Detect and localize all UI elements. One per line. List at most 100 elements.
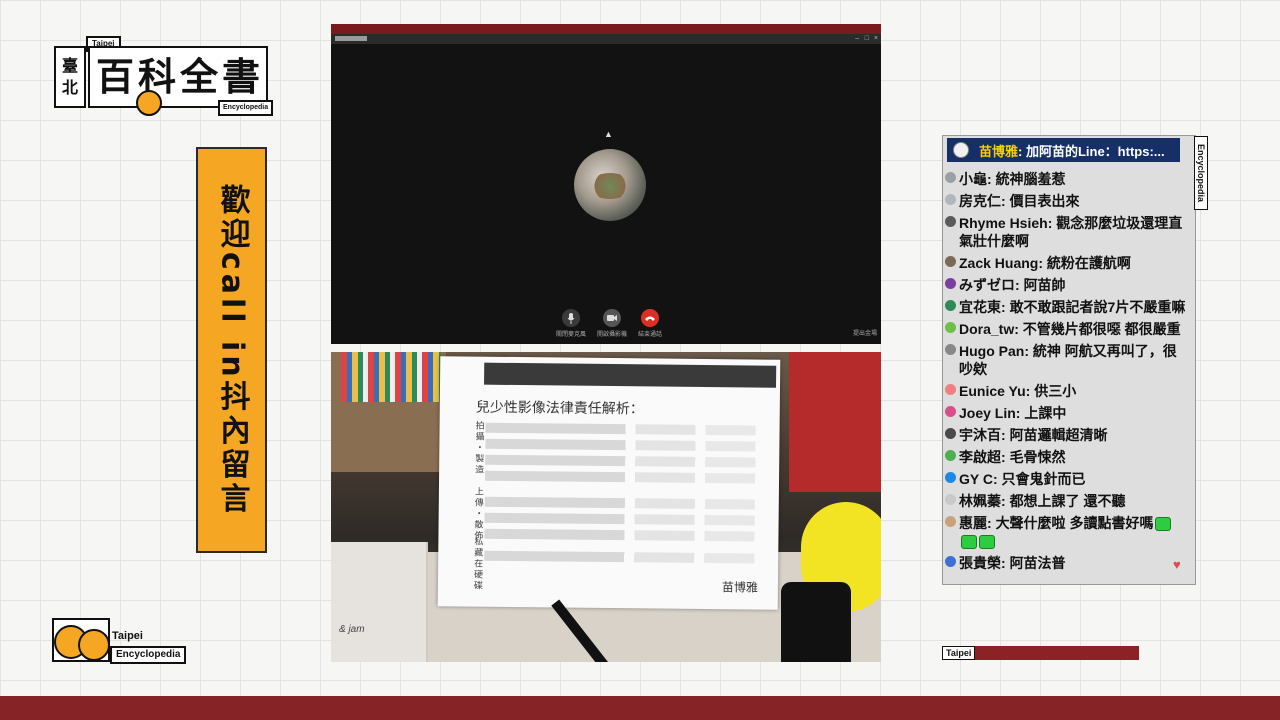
chat-username[interactable]: Zack Huang bbox=[959, 255, 1038, 271]
user-avatar-icon[interactable] bbox=[945, 384, 956, 395]
user-avatar-icon[interactable] bbox=[945, 172, 956, 183]
more-options-label[interactable]: 提出金場 bbox=[853, 328, 877, 337]
taipei-encyclopedia-logo: 臺 北 Taipei 百科全書 Encyclopedia bbox=[54, 36, 274, 116]
bottom-logo-line1: Taipei bbox=[112, 630, 143, 642]
chat-text: 阿苗邏輯超清晰 bbox=[1009, 427, 1108, 443]
chat-message: 李啟超: 毛骨悚然 bbox=[943, 446, 1195, 468]
end-call-button[interactable]: 結束通話 bbox=[625, 309, 675, 338]
call-in-banner: 歡迎call in抖內留言 bbox=[196, 147, 267, 553]
chat-message: Eunice Yu: 供三小 bbox=[943, 380, 1195, 402]
chat-separator: : bbox=[1001, 555, 1010, 571]
chat-separator: : bbox=[1001, 449, 1010, 465]
user-avatar-icon[interactable] bbox=[945, 278, 956, 289]
user-avatar-icon[interactable] bbox=[945, 428, 956, 439]
chat-separator: : bbox=[1024, 343, 1033, 359]
books bbox=[341, 352, 441, 402]
chat-text: 不管幾片都很噁 都很嚴重 bbox=[1022, 321, 1181, 337]
paper-row-label: 私藏在硬碟 bbox=[472, 536, 484, 592]
chat-username[interactable]: 小龜 bbox=[959, 171, 987, 187]
user-avatar-icon[interactable] bbox=[945, 494, 956, 505]
chat-username[interactable]: 宜花東 bbox=[959, 299, 1001, 315]
chat-text: 敢不敢跟記者說7片不嚴重嘛 bbox=[1009, 299, 1186, 315]
bottom-logo-line2: Encyclopedia bbox=[110, 646, 187, 664]
red-poster bbox=[789, 352, 881, 492]
chat-separator: : bbox=[987, 515, 996, 531]
maximize-icon[interactable]: □ bbox=[865, 35, 869, 43]
chat-text: 統神腦羞惹 bbox=[995, 171, 1066, 187]
chat-username[interactable]: 張貴榮 bbox=[959, 555, 1001, 571]
chat-text: 毛骨悚然 bbox=[1009, 449, 1066, 465]
paper-table-line bbox=[484, 550, 755, 564]
camera-icon bbox=[603, 309, 621, 327]
close-icon[interactable]: × bbox=[874, 35, 878, 43]
paper-table-line bbox=[485, 438, 756, 452]
chat-text: 供三小 bbox=[1034, 383, 1077, 399]
chat-username[interactable]: Joey Lin bbox=[959, 405, 1016, 421]
chat-username[interactable]: Hugo Pan bbox=[959, 343, 1024, 359]
chat-separator: : bbox=[1015, 277, 1024, 293]
user-avatar-icon[interactable] bbox=[945, 194, 956, 205]
emote-icon bbox=[1155, 517, 1172, 532]
paper-signature: 苗博雅 bbox=[721, 580, 758, 595]
logo-main-title: 百科全書 bbox=[88, 46, 268, 108]
chat-message: みずゼロ: 阿苗帥 bbox=[943, 274, 1195, 296]
hangup-icon bbox=[641, 309, 659, 327]
user-avatar-icon[interactable] bbox=[945, 300, 956, 311]
microphone-icon bbox=[562, 309, 580, 327]
chat-username[interactable]: 房克仁 bbox=[959, 193, 1001, 209]
window-title bbox=[335, 36, 367, 41]
heart-icon[interactable]: ♥ bbox=[1173, 557, 1181, 572]
chat-message: 林姵蓁: 都想上課了 還不聽 bbox=[943, 490, 1195, 512]
chat-text: 阿苗帥 bbox=[1023, 277, 1066, 293]
chat-username[interactable]: Dora_tw bbox=[959, 321, 1014, 337]
chat-message: GY C: 只會鬼針而已 bbox=[943, 468, 1195, 490]
chat-message: Zack Huang: 統粉在護航啊 bbox=[943, 252, 1195, 274]
chat-message: Dora_tw: 不管幾片都很噁 都很嚴重 bbox=[943, 318, 1195, 340]
chat-separator: : bbox=[987, 171, 996, 187]
minimize-icon[interactable]: – bbox=[855, 35, 859, 43]
chat-text: 上課中 bbox=[1024, 405, 1067, 421]
logo-char-1: 臺 bbox=[61, 56, 78, 75]
chat-username[interactable]: 惠麗 bbox=[959, 515, 987, 531]
chat-message: Hugo Pan: 統神 阿航又再叫了，很吵欸 bbox=[943, 340, 1195, 380]
chat-username[interactable]: Rhyme Hsieh bbox=[959, 215, 1048, 231]
chat-text: 都想上課了 還不聽 bbox=[1009, 493, 1126, 509]
user-avatar-icon[interactable] bbox=[945, 450, 956, 461]
user-avatar-icon[interactable] bbox=[945, 256, 956, 267]
chat-username[interactable]: みずゼロ bbox=[959, 277, 1015, 293]
user-avatar-icon[interactable] bbox=[945, 556, 956, 567]
chat-message-list: 小龜: 統神腦羞惹 房克仁: 價目表出來 Rhyme Hsieh: 觀念那麼垃圾還理… bbox=[943, 168, 1195, 574]
paper-table-line bbox=[485, 454, 756, 468]
paper-table-line bbox=[485, 422, 756, 436]
paper-table-line bbox=[484, 496, 755, 510]
chat-message: 宜花東: 敢不敢跟記者說7片不嚴重嘛 bbox=[943, 296, 1195, 318]
chat-separator: : bbox=[1001, 193, 1010, 209]
pinned-avatar bbox=[953, 142, 969, 158]
chat-username[interactable]: Eunice Yu bbox=[959, 383, 1026, 399]
paper-table-line bbox=[484, 528, 755, 542]
logo-orange-dot bbox=[136, 90, 162, 116]
live-chat-panel: 苗博雅 : 加阿苗的Line：https:... 小龜: 統神腦羞惹房克仁: 價… bbox=[942, 135, 1196, 585]
user-avatar-icon[interactable] bbox=[945, 472, 956, 483]
video-call-titlebar: – □ × bbox=[331, 34, 881, 44]
chat-username[interactable]: 李啟超 bbox=[959, 449, 1001, 465]
user-avatar-icon[interactable] bbox=[945, 516, 956, 527]
chat-text: 只會鬼針而已 bbox=[1001, 471, 1086, 487]
chat-username[interactable]: 林姵蓁 bbox=[959, 493, 1001, 509]
user-avatar-icon[interactable] bbox=[945, 344, 956, 355]
banner-text: 歡迎call in抖內留言 bbox=[214, 183, 250, 517]
chat-text: 阿苗法普 bbox=[1009, 555, 1066, 571]
camera-feed: & jam 兒少性影像法律責任解析： 拍攝・製造 上傳・散佈 私藏在硬碟 苗博雅 bbox=[331, 352, 881, 662]
chat-separator: : bbox=[1001, 427, 1010, 443]
logo-char-2: 北 bbox=[61, 78, 78, 97]
chat-username[interactable]: GY C bbox=[959, 471, 993, 487]
user-avatar-icon[interactable] bbox=[945, 406, 956, 417]
pinned-message[interactable]: 苗博雅 : 加阿苗的Line：https:... bbox=[947, 138, 1180, 162]
chat-text: 價目表出來 bbox=[1009, 193, 1080, 209]
chat-text: 大聲什麼啦 多讀點書好嗎 bbox=[995, 515, 1154, 531]
video-panel-accent-bar bbox=[331, 24, 881, 34]
user-avatar-icon[interactable] bbox=[945, 322, 956, 333]
chat-username[interactable]: 宇沐百 bbox=[959, 427, 1001, 443]
chat-message: 宇沐百: 阿苗邏輯超清晰 bbox=[943, 424, 1195, 446]
user-avatar-icon[interactable] bbox=[945, 216, 956, 227]
